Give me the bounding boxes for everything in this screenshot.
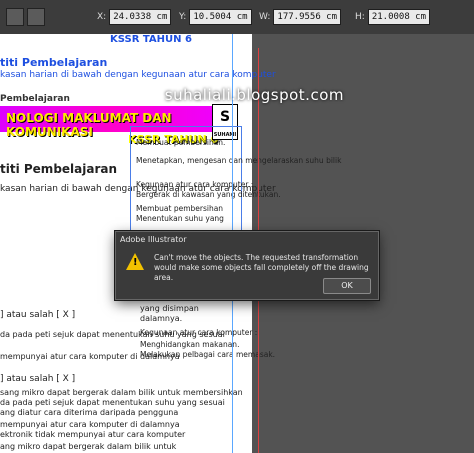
align-left-icon[interactable] (6, 8, 24, 26)
dialog-title: Adobe Illustrator (120, 235, 187, 244)
align-tools (6, 8, 48, 26)
h-field[interactable]: 21.0008 cm (367, 9, 430, 25)
ok-button[interactable]: OK (323, 278, 371, 294)
warning-icon: ! (126, 253, 144, 270)
x-field[interactable]: 24.0338 cm (109, 9, 172, 25)
h-label: H: (355, 12, 365, 22)
x-group: X: 24.0338 cm (94, 8, 172, 26)
w-label: W: (259, 12, 271, 22)
y-label: Y: (179, 12, 187, 22)
watermark: suhaliali.blogspot.com (164, 86, 344, 104)
h-group: H: 21.0008 cm (352, 8, 430, 26)
w-field[interactable]: 177.9556 cm (273, 9, 342, 25)
x-label: X: (97, 12, 107, 22)
align-center-icon[interactable] (27, 8, 45, 26)
y-field[interactable]: 10.5004 cm (189, 9, 252, 25)
w-group: W: 177.9556 cm (256, 8, 342, 26)
y-group: Y: 10.5004 cm (176, 8, 252, 26)
control-bar: X: 24.0338 cm Y: 10.5004 cm W: 177.9556 … (0, 0, 474, 35)
header-line: KSSR TAHUN 6 (110, 34, 192, 45)
